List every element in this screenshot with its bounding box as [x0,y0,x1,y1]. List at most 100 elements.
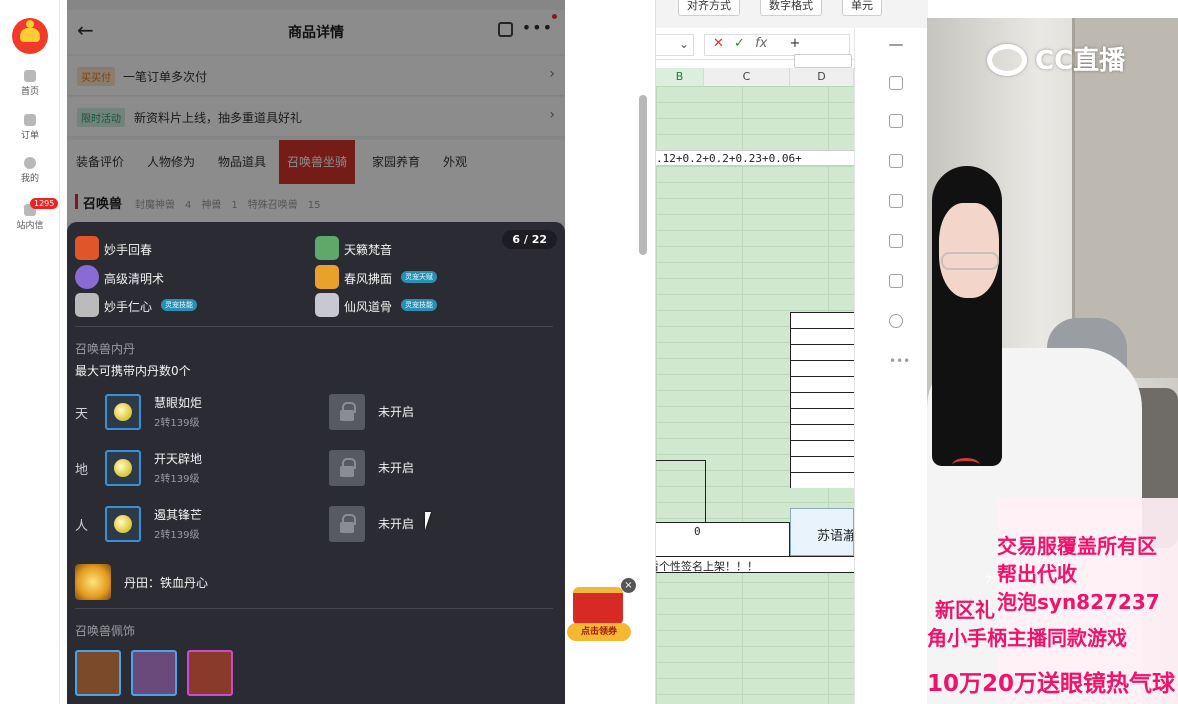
promo-line: 交易服覆盖所有区 [997,534,1157,558]
formula-cell: .12+0.2+0.2+0.23+0.06+ [656,152,802,165]
cell-ref-dropdown[interactable]: ⌄ [656,34,694,56]
coupon-label: 点击领券 [567,623,631,641]
webcam-feed: CC直播 分 交易服覆盖所有区 帮出代收 新区礼 泡泡syn827237 角小手… [927,18,1178,704]
minimize-icon[interactable] [889,44,903,46]
neidan-orb-icon[interactable] [105,394,141,430]
music-skill-icon [315,236,339,260]
glasses [941,252,999,270]
armor-decor-icon[interactable] [75,650,121,696]
help-icon[interactable] [889,314,903,328]
spreadsheet-window: 对齐方式 数字格式 单元 ⌄ ✕ ✓ fx + B C D .12+0.2+0.… [655,0,928,704]
neidan-title: 召唤兽内丹 [75,342,136,356]
more-icon[interactable]: ••• [889,354,910,368]
coupon-float[interactable]: 点击领券 × [567,578,636,643]
red-packet-icon [573,587,623,625]
brand-watermark: CC直播 [1035,46,1126,76]
note-cell: 看个性签名上架！！！ [656,560,758,573]
skill-chip: 灵宠技能 [401,299,437,311]
skill-name: 妙手回春 [104,243,153,257]
promo-line: 10万20万送眼镜热气球 [927,671,1176,697]
cancel-icon[interactable]: ✕ [713,36,724,51]
neidan-level: 2转139级 [154,474,200,485]
scrollbar[interactable] [639,95,647,255]
clarity-skill-icon [75,265,99,289]
skill-chip: 灵宠天赋 [401,271,437,283]
bordered-cells[interactable] [790,312,854,488]
nav-home[interactable]: 首页 [0,70,60,97]
mouse-cursor [425,512,437,530]
plus-icon[interactable]: + [790,36,801,51]
neidan-max: 最大可携带内丹数0个 [75,364,191,378]
column-header-c[interactable]: C [704,68,790,86]
column-header-d[interactable]: D [790,68,854,86]
nav-orders[interactable]: 订单 [0,114,60,141]
promo-line: 新区礼 [935,598,995,622]
app-logo[interactable] [12,18,48,54]
neidan-orb-icon[interactable] [105,506,141,542]
scroll-decor-icon[interactable] [131,650,177,696]
nav-mine-label: 我的 [20,174,39,184]
immortal-skill-icon [315,293,339,317]
promo-line: 角小手柄主播同款游戏 [927,626,1127,650]
page-counter: 6 / 22 [502,230,557,249]
neidan-level: 2转139级 [154,530,200,541]
overlay-text: 分 [985,571,998,585]
lock-icon [329,394,365,430]
neidan-side: 地 [75,463,89,478]
name-cell[interactable]: 苏语瀞 [790,508,854,556]
heal-skill-icon [75,236,99,260]
chart-icon[interactable] [889,234,903,248]
book-icon[interactable] [889,274,903,288]
expand-dropdown[interactable] [794,54,852,68]
neidan-name: 慧眼如炬 [154,396,203,410]
tools-icon[interactable] [889,194,903,208]
heart-skill-icon [75,293,99,317]
slot-locked-text: 未开启 [378,517,415,531]
bordered-cells[interactable]: 0 [656,522,790,558]
zero-cell: 0 [694,525,701,538]
orders-icon [24,114,36,126]
fx-icon[interactable]: fx [755,36,767,51]
skill-name: 高级清明术 [104,272,165,286]
confirm-icon[interactable]: ✓ [734,36,745,51]
column-header-b[interactable]: B [656,68,704,86]
dantian-icon [75,564,111,600]
align-button[interactable]: 对齐方式 [678,0,740,16]
neidan-row: 天 慧眼如炬 2转139级 未开启 [75,392,555,432]
necklace-decor-icon[interactable] [187,650,233,696]
close-icon[interactable]: × [621,578,636,593]
neidan-side: 人 [75,519,89,534]
pointer-icon[interactable] [889,76,903,90]
slot-locked-text: 未开启 [378,461,415,475]
number-format-button[interactable]: 数字格式 [760,0,822,16]
lock-icon [329,506,365,542]
cell-button[interactable]: 单元 [842,0,882,16]
slot-locked-text: 未开启 [378,405,415,419]
neidan-name: 开天辟地 [154,452,203,466]
lock-icon [329,450,365,486]
decor-title: 召唤兽佩饰 [75,624,136,638]
left-nav: 首页 订单 我的 1295 站内信 [0,0,60,704]
neidan-row: 人 遏其锋芒 2转139级 未开启 [75,504,555,544]
cc-logo-icon [987,44,1027,76]
skill-name: 天籁梵音 [344,243,393,257]
shirt-logo [952,458,980,472]
side-toolbar: ••• [854,28,928,704]
crop-icon[interactable] [889,154,903,168]
divider [75,608,553,609]
nav-home-label: 首页 [20,87,39,97]
nav-orders-label: 订单 [20,131,39,141]
nav-mine[interactable]: 我的 [0,157,60,184]
skill-chip: 灵宠技能 [161,299,197,311]
adjust-icon[interactable] [889,114,903,128]
person-face [939,203,999,298]
dantian-text: 丹田：铁血丹心 [124,576,209,590]
formula-row[interactable]: .12+0.2+0.2+0.23+0.06+ [656,150,854,166]
nav-inbox[interactable]: 1295 站内信 [0,198,60,231]
inbox-badge: 1295 [30,198,59,209]
note-row[interactable]: 看个性签名上架！！！ [656,556,854,573]
neidan-side: 天 [75,407,89,422]
neidan-orb-icon[interactable] [105,450,141,486]
promo-line: 帮出代收 [997,562,1077,586]
nav-inbox-label: 站内信 [16,221,44,231]
